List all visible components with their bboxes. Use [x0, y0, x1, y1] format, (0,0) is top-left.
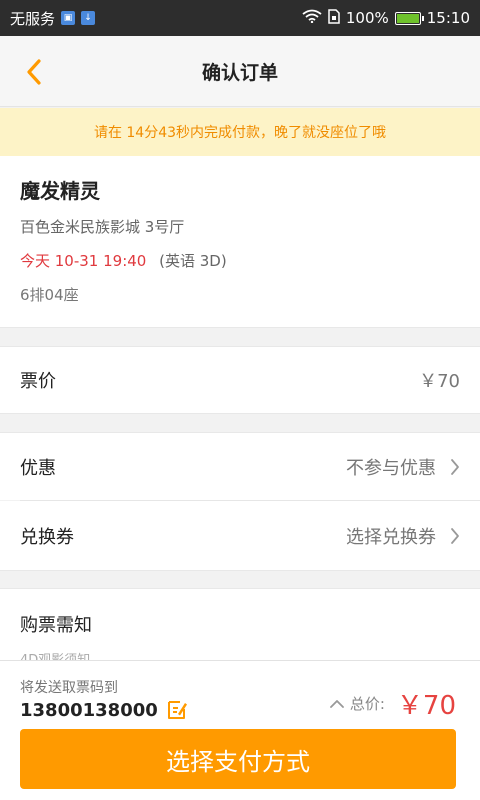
notice-text: 请在 14分43秒内完成付款，晚了就没座位了哦: [93, 125, 387, 141]
chevron-right-icon: [450, 527, 460, 545]
chevron-right-icon: [450, 458, 460, 476]
send-code-label: 将发送取票码到: [20, 680, 118, 696]
seat-info: 6排04座: [20, 286, 79, 304]
ticket-price-value: ￥70: [419, 371, 460, 392]
status-right: 100% 15:10: [302, 8, 470, 28]
ticket-price-row: 票价 ￥70: [0, 346, 480, 414]
notes-title: 购票需知: [20, 615, 92, 636]
cinema-name: 百色金米民族影城 3号厅: [20, 218, 185, 236]
showtime: 今天 10-31 19:40: [20, 252, 147, 270]
page-title: 确认订单: [201, 61, 278, 84]
voucher-label: 兑换券: [20, 526, 74, 548]
checkout-bar: 将发送取票码到 13800138000 总价: ￥70 选择支付方式: [0, 660, 480, 800]
payment-countdown-notice: 请在 14分43秒内完成付款，晚了就没座位了哦: [0, 108, 480, 156]
phone-row: 13800138000: [20, 699, 188, 721]
status-left: 无服务 ▣ ↓: [10, 8, 96, 29]
voucher-value-wrap: 选择兑换券: [346, 523, 460, 549]
discount-value-wrap: 不参与优惠: [346, 454, 460, 480]
caret-up-icon: [329, 699, 344, 708]
status-time: 15:10: [426, 9, 470, 27]
discount-value: 不参与优惠: [346, 457, 436, 479]
voucher-value: 选择兑换券: [346, 526, 436, 548]
voucher-row[interactable]: 兑换券 选择兑换券: [0, 501, 480, 571]
movie-version: (英语 3D): [159, 252, 227, 270]
ticket-price-label: 票价: [20, 371, 56, 392]
sim-icon: [328, 8, 340, 28]
battery-icon: [394, 11, 424, 25]
total-value: ￥70: [396, 691, 456, 721]
chevron-left-icon: [27, 59, 41, 85]
movie-info-card: 魔发精灵 百色金米民族影城 3号厅 今天 10-31 19:40 (英语 3D)…: [0, 156, 480, 328]
movie-title: 魔发精灵: [20, 179, 100, 203]
phone-number: 13800138000: [20, 699, 158, 721]
total-label: 总价:: [349, 695, 385, 713]
purchase-notes: 购票需知 4D观影须知: [0, 588, 480, 668]
discount-label: 优惠: [20, 457, 56, 479]
select-payment-button[interactable]: 选择支付方式: [20, 729, 456, 789]
notification-app-icon: ↓: [81, 11, 96, 25]
total-price[interactable]: 总价: ￥70: [329, 685, 456, 722]
discount-row[interactable]: 优惠 不参与优惠: [0, 432, 480, 500]
showtime-row: 今天 10-31 19:40 (英语 3D): [20, 250, 460, 272]
battery-level: [396, 13, 419, 23]
edit-icon[interactable]: [166, 699, 188, 721]
status-bar: 无服务 ▣ ↓ 100% 15:10: [0, 0, 480, 36]
wifi-icon: [302, 9, 322, 27]
battery-percent: 100%: [345, 9, 389, 27]
notification-app-icon: ▣: [61, 11, 76, 25]
nav-bar: 确认订单: [0, 36, 480, 107]
carrier-text: 无服务: [10, 9, 56, 28]
back-button[interactable]: [16, 54, 52, 90]
